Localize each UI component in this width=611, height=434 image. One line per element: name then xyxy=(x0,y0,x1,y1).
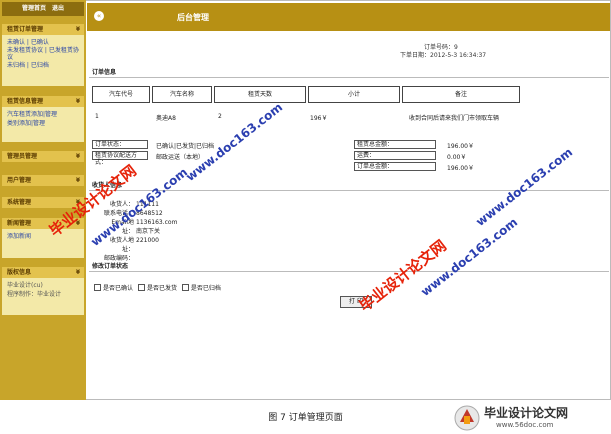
archived-checkbox[interactable] xyxy=(181,284,189,291)
receiver-value: 1136163.com xyxy=(136,219,178,226)
sidebar-section-header[interactable]: 租赁信息管理 ¥ xyxy=(2,96,84,107)
order-total-label: 订单总金额： xyxy=(354,162,436,171)
sidebar-text: 毕业设计(cu) xyxy=(7,282,43,289)
shipped-checkbox[interactable] xyxy=(137,284,145,291)
section-title: 用户管理 xyxy=(7,177,32,184)
logo-title: 毕业设计论文网 xyxy=(484,406,569,420)
logo-url: www.56doc.com xyxy=(496,421,554,429)
order-info-title: 订单信息 xyxy=(92,69,117,76)
chevron-down-icon[interactable]: ¥ xyxy=(76,96,80,107)
modify-status-title: 修改订单状态 xyxy=(92,263,129,270)
sidebar-rental-orders: 租赁订单管理 ¥ 未确认 | 已确认 未发租赁协议 | 已发租赁协议 未归档 |… xyxy=(2,24,84,86)
freight-value: 0.00￥ xyxy=(447,154,467,161)
order-date: 下单日期：2012-5-3 16:34:37 xyxy=(400,52,487,59)
column-header: 备注 xyxy=(402,86,520,103)
order-total-value: 196.00￥ xyxy=(447,165,474,172)
column-header: 汽车名称 xyxy=(152,86,212,103)
table-cell: 2 xyxy=(218,113,222,120)
chevron-down-icon[interactable]: ¥ xyxy=(76,267,80,278)
sidebar-link[interactable]: 类别添加|管理 xyxy=(7,119,79,128)
order-status-label: 订单状态： xyxy=(92,140,148,149)
table-cell: 196￥ xyxy=(310,115,328,122)
logo-icon xyxy=(454,405,480,431)
column-header: 小计 xyxy=(308,86,400,103)
sidebar-top-links[interactable]: 管理首页 退出 xyxy=(2,2,84,16)
section-title: 系统管理 xyxy=(7,199,32,206)
sidebar-text: 程序制作：毕业设计 xyxy=(7,291,62,298)
sidebar-rental-info: 租赁信息管理 ¥ 汽车租赁添加|管理 类别添加|管理 xyxy=(2,96,84,142)
sidebar-section-header[interactable]: 租赁订单管理 ¥ xyxy=(2,24,84,35)
order-meta: 订单号码：9 下单日期：2012-5-3 16:34:37 xyxy=(400,44,486,60)
status-checkboxes: 是否已确认 是否已发货 是否已归档 xyxy=(94,283,221,292)
section-title: 版权信息 xyxy=(7,269,32,276)
checkbox-label: 是否已确认 xyxy=(103,285,134,292)
delivery-value: 邮政运送（本地） xyxy=(156,154,205,161)
table-cell: 1 xyxy=(95,113,99,120)
sidebar-link[interactable]: 未确认 | 已确认 xyxy=(7,38,79,47)
sidebar-section-header[interactable]: 版权信息 ¥ xyxy=(2,267,84,278)
rent-total-label: 租赁总金额： xyxy=(354,140,436,149)
order-status-value: 已确认|已发货|已归档 xyxy=(156,143,215,150)
divider xyxy=(89,271,609,272)
checkbox-label: 是否已归档 xyxy=(190,285,221,292)
sidebar-version: 版权信息 ¥ 毕业设计(cu) 程序制作：毕业设计 xyxy=(2,267,84,315)
section-title: 管理员管理 xyxy=(7,153,38,160)
sidebar-link[interactable]: 未归档 | 已归档 xyxy=(7,61,79,70)
sidebar: 管理首页 退出 租赁订单管理 ¥ 未确认 | 已确认 未发租赁协议 | 已发租赁… xyxy=(0,0,86,400)
sidebar-link[interactable]: 未发租赁协议 | 已发租赁协议 xyxy=(7,47,79,61)
rent-total-value: 196.00￥ xyxy=(447,143,474,150)
page-title: 后台管理 xyxy=(177,13,209,22)
sidebar-vehicle-mgmt[interactable]: 管理员管理 ¥ xyxy=(2,151,84,162)
column-header: 租赁天数 xyxy=(214,86,306,103)
delivery-label: 租赁协议配送方式： xyxy=(92,151,148,166)
checkbox-label: 是否已发货 xyxy=(146,285,177,292)
chevron-down-icon[interactable]: ¥ xyxy=(76,151,80,162)
site-logo: 毕业设计论文网 www.56doc.com xyxy=(452,402,610,433)
section-title: 租赁信息管理 xyxy=(7,98,44,105)
section-title: 租赁订单管理 xyxy=(7,26,44,33)
sidebar-link[interactable]: 添加新闻 xyxy=(7,232,79,241)
collapse-icon[interactable]: « xyxy=(94,11,104,21)
freight-label: 运费： xyxy=(354,151,436,160)
chevron-down-icon[interactable]: ¥ xyxy=(76,175,80,186)
sidebar-link[interactable]: 汽车租赁添加|管理 xyxy=(7,110,79,119)
divider xyxy=(89,77,609,78)
order-number: 订单号码：9 xyxy=(424,44,458,51)
receiver-value: 南京下关 xyxy=(136,228,161,235)
table-cell: 奥迪A8 xyxy=(156,115,176,122)
header-bar: « 后台管理 xyxy=(87,3,610,31)
chevron-down-icon[interactable]: ¥ xyxy=(76,24,80,35)
sidebar-user-mgmt[interactable]: 用户管理 ¥ xyxy=(2,175,84,186)
section-title: 新闻管理 xyxy=(7,220,32,227)
confirm-checkbox[interactable] xyxy=(94,284,101,291)
table-cell: 收到合同后请来我们门市领取车辆 xyxy=(409,115,500,122)
column-header: 汽车代号 xyxy=(92,86,150,103)
receiver-value: 221000 xyxy=(136,237,159,244)
